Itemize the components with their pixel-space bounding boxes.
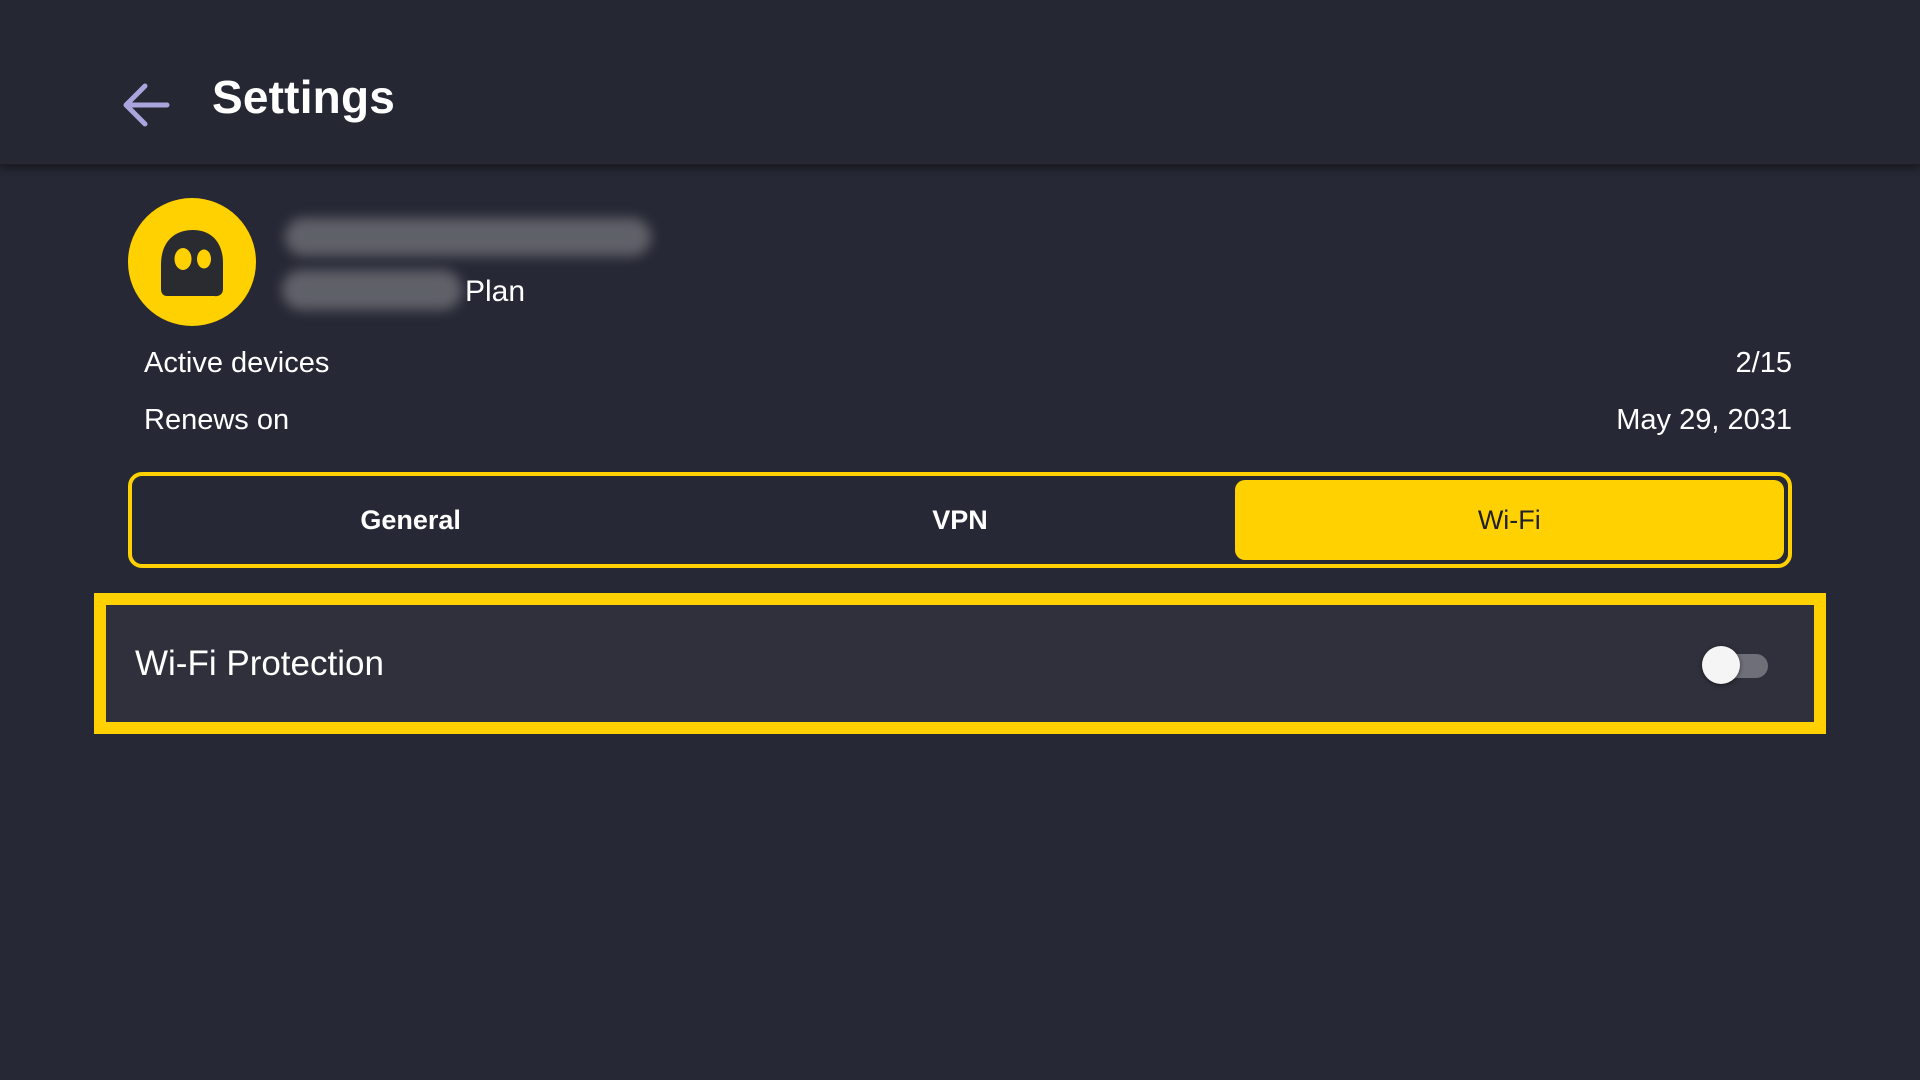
- renews-value: May 29, 2031: [1616, 403, 1792, 436]
- page-title: Settings: [212, 71, 396, 123]
- renews-row: Renews on May 29, 2031: [144, 400, 1792, 440]
- ghost-logo-icon: [161, 230, 223, 297]
- back-button[interactable]: [115, 74, 177, 136]
- redacted-account-name: [285, 218, 651, 256]
- tab-wifi[interactable]: Wi-Fi: [1234, 480, 1784, 560]
- wifi-protection-toggle[interactable]: [1702, 644, 1774, 684]
- redacted-plan-name: [282, 270, 462, 310]
- avatar: [128, 198, 256, 326]
- settings-screen: Settings Plan Active devices 2/15 Renews…: [0, 0, 1920, 1080]
- app-header: Settings: [0, 0, 1920, 165]
- tab-general[interactable]: General: [136, 480, 685, 560]
- active-devices-label: Active devices: [144, 346, 330, 379]
- settings-tabs: General VPN Wi-Fi: [128, 472, 1792, 568]
- active-devices-row: Active devices 2/15: [144, 343, 1792, 383]
- plan-label: Plan: [465, 275, 526, 308]
- arrow-left-icon: [123, 83, 170, 127]
- renews-label: Renews on: [144, 403, 290, 436]
- wifi-protection-row[interactable]: Wi-Fi Protection: [106, 605, 1814, 722]
- tab-vpn[interactable]: VPN: [685, 480, 1234, 560]
- toggle-knob: [1702, 645, 1740, 684]
- active-devices-value: 2/15: [1735, 346, 1792, 379]
- wifi-protection-label: Wi-Fi Protection: [135, 643, 384, 683]
